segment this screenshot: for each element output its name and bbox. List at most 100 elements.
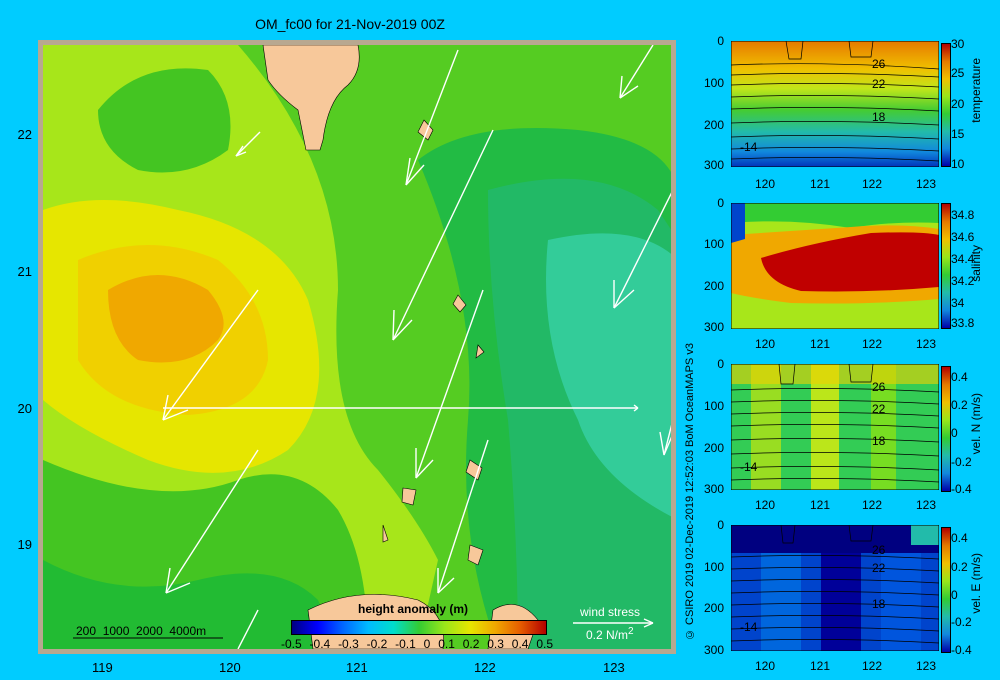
temperature-lon-tick: 121 <box>810 177 831 191</box>
depth-scale-label: 200 1000 2000 4000m <box>76 624 207 638</box>
velocity-east-lon-tick: 123 <box>916 659 937 673</box>
velocity-east-depth-tick: 300 <box>703 643 724 657</box>
velocity-north-contour-label: -14 <box>740 460 758 474</box>
salinity-depth-tick: 300 <box>703 320 724 334</box>
height-anomaly-label: height anomaly (m) <box>358 602 469 616</box>
velocity-east-contour-label: 22 <box>872 561 886 575</box>
colorbar-tick: -0.5 <box>281 637 302 651</box>
temperature-depth-tick: 300 <box>703 158 724 172</box>
velocity-north-section <box>731 364 939 490</box>
velocity-north-depth-tick: 300 <box>703 482 724 496</box>
salinity-depth-tick: 0 <box>717 196 724 210</box>
main-map-xtick: 122 <box>474 660 496 675</box>
velocity-north-cbar-tick: 0 <box>951 426 958 440</box>
temperature-depth-tick: 100 <box>703 76 724 90</box>
colorbar-tick: 0.5 <box>536 637 553 651</box>
velocity-east-cbar-tick: -0.2 <box>951 615 972 629</box>
velocity-east-cbar-tick: 0 <box>951 588 958 602</box>
velocity-north-depth-tick: 0 <box>717 357 724 371</box>
credit-text: © CSIRO 2019 02-Dec-2019 12:52:03 BoM Oc… <box>684 343 696 640</box>
velocity-east-depth-tick: 0 <box>717 518 724 532</box>
main-map <box>38 40 676 654</box>
salinity-section <box>731 203 939 329</box>
temperature-cbar-label: temperature <box>969 58 983 123</box>
main-map-ytick: 22 <box>17 127 32 142</box>
colorbar-tick: -0.4 <box>309 637 331 651</box>
velocity-east-lon-tick: 122 <box>862 659 883 673</box>
height-anomaly-colorbar <box>291 620 547 635</box>
temperature-contour-label: 18 <box>872 110 886 124</box>
velocity-east-cbar-label: vel. E (m/s) <box>969 553 983 614</box>
colorbar-tick: 0.2 <box>462 637 480 651</box>
colorbar-tick: -0.3 <box>338 637 359 651</box>
velocity-east-section <box>731 525 939 651</box>
salinity-cbar-tick: 34 <box>951 296 965 310</box>
temperature-cbar-tick: 20 <box>951 97 965 111</box>
temperature-cbar-tick: 25 <box>951 66 965 80</box>
velocity-north-lon-tick: 123 <box>916 498 937 512</box>
temperature-contour-label: 26 <box>872 57 886 71</box>
colorbar-tick: 0.1 <box>438 637 455 651</box>
salinity-depth-tick: 200 <box>703 279 724 293</box>
velocity-north-lon-tick: 120 <box>755 498 776 512</box>
main-map-ytick: 21 <box>17 264 32 279</box>
salinity-cbar-tick: 34.8 <box>951 208 975 222</box>
velocity-north-contour-label: 26 <box>872 380 886 394</box>
salinity-cbar-label: salinity <box>969 245 983 282</box>
temperature-cbar-tick: 30 <box>951 37 965 51</box>
colorbar-tick: 0.3 <box>487 637 504 651</box>
velocity-east-depth-tick: 100 <box>703 560 724 574</box>
temperature-lon-tick: 122 <box>862 177 883 191</box>
temperature-contour-label: -14 <box>740 140 758 154</box>
velocity-east-lon-tick: 121 <box>810 659 831 673</box>
temperature-lon-tick: 120 <box>755 177 776 191</box>
salinity-cbar-tick: 33.8 <box>951 316 975 330</box>
velocity-north-depth-tick: 100 <box>703 399 724 413</box>
salinity-lon-tick: 121 <box>810 337 831 351</box>
colorbar-tick: -0.1 <box>395 637 416 651</box>
velocity-east-cbar-tick: 0.2 <box>951 560 968 574</box>
velocity-north-contour-label: 18 <box>872 434 886 448</box>
salinity-cbar-tick: 34.6 <box>951 230 975 244</box>
salinity-lon-tick: 122 <box>862 337 883 351</box>
velocity-north-cbar-tick: 0.2 <box>951 398 968 412</box>
height-anomaly-ticks: -0.5 -0.4 -0.3 -0.2 -0.1 0 0.1 0.2 0.3 0… <box>281 637 553 651</box>
temperature-colorbar <box>941 43 951 167</box>
velocity-north-cbar-label: vel. N (m/s) <box>969 393 983 455</box>
velocity-north-lon-tick: 121 <box>810 498 831 512</box>
velocity-east-lon-tick: 120 <box>755 659 776 673</box>
wind-stress-value-text: 0.2 N/m <box>586 628 629 642</box>
temperature-lon-tick: 123 <box>916 177 937 191</box>
velocity-north-cbar-tick: -0.4 <box>951 482 972 496</box>
salinity-colorbar <box>941 203 951 329</box>
velocity-east-depth-tick: 200 <box>703 601 724 615</box>
salinity-lon-tick: 123 <box>916 337 937 351</box>
main-map-xtick: 119 <box>92 660 113 675</box>
temperature-depth-tick: 0 <box>717 34 724 48</box>
salinity-depth-tick: 100 <box>703 237 724 251</box>
velocity-east-cbar-tick: -0.4 <box>951 643 972 657</box>
temperature-cbar-tick: 15 <box>951 127 965 141</box>
colorbar-tick: -0.2 <box>366 637 388 651</box>
wind-stress-superscript: 2 <box>628 626 634 637</box>
velocity-north-lon-tick: 122 <box>862 498 883 512</box>
velocity-north-colorbar <box>941 366 951 492</box>
wind-stress-label: wind stress <box>580 605 641 619</box>
colorbar-tick: 0 <box>423 637 431 651</box>
temperature-contour-label: 22 <box>872 77 886 91</box>
salinity-lon-tick: 120 <box>755 337 776 351</box>
velocity-east-contour-label: 26 <box>872 543 886 557</box>
main-map-xtick: 121 <box>346 660 368 675</box>
velocity-north-contour-label: 22 <box>872 402 886 416</box>
main-map-ytick: 20 <box>17 401 32 416</box>
velocity-east-cbar-tick: 0.4 <box>951 531 968 545</box>
velocity-north-cbar-tick: -0.2 <box>951 455 972 469</box>
temperature-cbar-tick: 10 <box>951 157 965 171</box>
temperature-depth-tick: 200 <box>703 118 724 132</box>
main-map-xtick: 120 <box>219 660 241 675</box>
colorbar-tick: 0.4 <box>511 637 529 651</box>
main-map-ytick: 19 <box>17 537 32 552</box>
velocity-east-contour-label: 18 <box>872 597 886 611</box>
velocity-north-cbar-tick: 0.4 <box>951 370 968 384</box>
map-title: OM_fc00 for 21-Nov-2019 00Z <box>255 16 445 32</box>
